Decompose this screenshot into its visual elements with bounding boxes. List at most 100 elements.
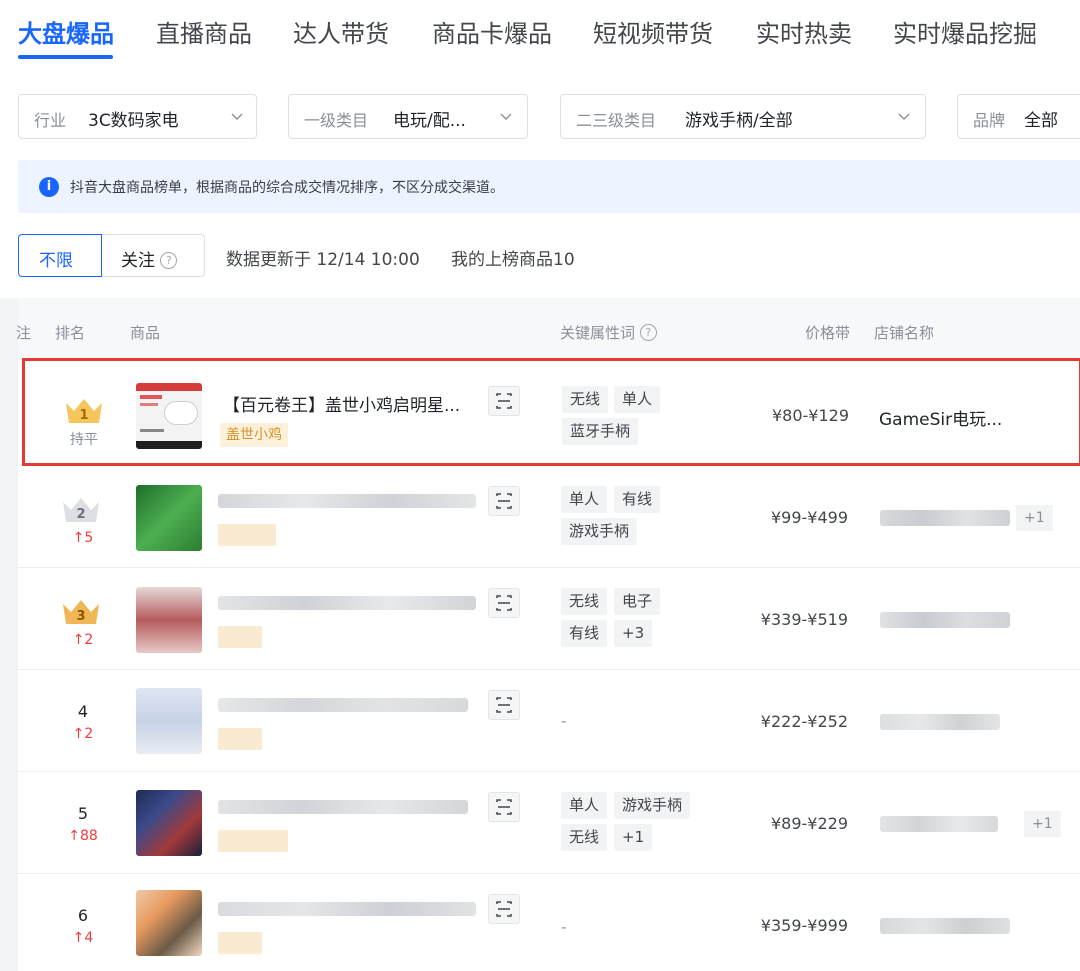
rank-trend: ↑2 xyxy=(72,632,94,648)
table-header: 注 排名 商品 关键属性词 ? 价格带 店铺名称 xyxy=(16,298,1080,360)
product-thumbnail[interactable] xyxy=(136,587,202,653)
table-row[interactable]: 2 ↑5 单人 有线 游戏手柄 ¥99-¥499 +1 xyxy=(18,466,1080,568)
table-row[interactable]: 5 ↑88 单人 游戏手柄 无线 +1 ¥89-¥229 +1 xyxy=(18,772,1080,874)
blurred-title xyxy=(218,800,468,814)
th-shop: 店铺名称 xyxy=(874,324,935,342)
industry-select[interactable]: 行业 3C数码家电 xyxy=(18,94,257,139)
shop-extra-tag[interactable]: +1 xyxy=(1016,505,1053,531)
th-edge: 注 xyxy=(16,324,32,342)
scan-icon[interactable] xyxy=(488,894,520,924)
blurred-shop xyxy=(880,918,1010,934)
level1-label: 一级类目 xyxy=(304,111,369,130)
keyword-more-tag[interactable]: +3 xyxy=(614,620,653,647)
rank-trend: ↑5 xyxy=(72,530,94,546)
rank-number: 5 xyxy=(77,804,89,823)
info-icon: i xyxy=(39,177,59,197)
blurred-brand xyxy=(218,830,288,852)
th-keywords: 关键属性词 ? xyxy=(560,322,657,343)
rank-trend: ↑4 xyxy=(72,930,94,946)
keyword-tag: 蓝牙手柄 xyxy=(562,418,639,445)
th-rank: 排名 xyxy=(55,324,86,342)
price-range: ¥99-¥499 xyxy=(770,508,848,527)
unlimited-label: 不限 xyxy=(39,251,73,271)
product-thumbnail[interactable] xyxy=(136,485,202,551)
industry-label: 行业 xyxy=(34,111,67,130)
keyword-tag: 单人 xyxy=(561,486,608,513)
brand-select[interactable]: 品牌 全部 xyxy=(957,94,1080,139)
keywords-empty: - xyxy=(561,918,567,936)
price-range: ¥222-¥252 xyxy=(760,712,848,731)
th-price[interactable]: 价格带 xyxy=(805,322,850,343)
table-row[interactable]: 4 ↑2 - ¥222-¥252 xyxy=(18,670,1080,772)
rank-number: 4 xyxy=(77,702,89,721)
blurred-shop xyxy=(880,612,1010,628)
tab-influencer-sales[interactable]: 达人带货 xyxy=(293,14,389,49)
rank-number: 6 xyxy=(77,906,89,925)
shop-extra-tag[interactable]: +1 xyxy=(1024,811,1061,837)
help-icon: ? xyxy=(639,324,657,341)
product-thumbnail[interactable] xyxy=(136,790,202,856)
filter-unlimited-button[interactable]: 不限 xyxy=(18,234,102,277)
blurred-brand xyxy=(218,728,262,750)
svg-text:3: 3 xyxy=(76,609,85,624)
follow-label: 关注 xyxy=(121,251,155,271)
blurred-shop xyxy=(880,816,998,832)
blurred-title xyxy=(218,902,476,916)
level23-category-select[interactable]: 二三级类目 游戏手柄/全部 xyxy=(560,94,926,139)
info-text: 抖音大盘商品榜单，根据商品的综合成交情况排序，不区分成交渠道。 xyxy=(70,180,504,196)
tab-realtime-mining[interactable]: 实时爆品挖掘 xyxy=(893,14,1037,49)
keyword-more-tag[interactable]: +1 xyxy=(614,824,653,851)
blurred-brand xyxy=(218,524,276,546)
blurred-brand xyxy=(218,626,262,648)
tab-realtime-hot[interactable]: 实时热卖 xyxy=(756,14,852,49)
table-row[interactable]: 6 ↑4 - ¥359-¥999 xyxy=(18,874,1080,971)
tab-product-card[interactable]: 商品卡爆品 xyxy=(432,14,552,49)
tab-bar: 大盘爆品 直播商品 达人带货 商品卡爆品 短视频带货 实时热卖 实时爆品挖掘 xyxy=(0,0,1080,70)
keyword-tag: 单人 xyxy=(614,386,661,413)
rank-trend: ↑2 xyxy=(72,726,94,742)
my-ranked-products-link[interactable]: 我的上榜商品10 xyxy=(451,245,575,270)
bronze-crown-icon: 3 xyxy=(63,600,99,624)
chevron-down-icon xyxy=(500,113,512,120)
scan-icon[interactable] xyxy=(488,690,520,720)
silver-crown-icon: 2 xyxy=(63,498,99,522)
product-title[interactable]: 【百元卷王】盖世小鸡启明星... xyxy=(223,391,460,416)
keyword-tag: 无线 xyxy=(561,824,608,851)
keyword-tag: 无线 xyxy=(562,386,609,413)
keyword-tag: 无线 xyxy=(561,588,608,615)
filter-follow-button[interactable]: 关注 ? xyxy=(101,234,205,277)
blurred-shop xyxy=(880,510,1010,526)
price-range: ¥339-¥519 xyxy=(760,610,848,629)
keyword-tag: 单人 xyxy=(561,792,608,819)
gold-crown-icon: 1 xyxy=(66,399,102,423)
table-left-edge xyxy=(0,298,18,971)
scan-icon[interactable] xyxy=(488,386,520,416)
scan-icon[interactable] xyxy=(488,486,520,516)
brand-label: 品牌 xyxy=(973,111,1006,130)
rank-trend: ↑88 xyxy=(68,828,98,844)
tab-dapan-baopin[interactable]: 大盘爆品 xyxy=(18,14,114,49)
level23-label: 二三级类目 xyxy=(576,111,657,130)
brand-tag[interactable]: 盖世小鸡 xyxy=(220,423,288,447)
tab-live-products[interactable]: 直播商品 xyxy=(156,14,252,49)
price-range: ¥89-¥229 xyxy=(770,814,848,833)
level1-category-select[interactable]: 一级类目 电玩/配... xyxy=(288,94,528,139)
scan-icon[interactable] xyxy=(488,588,520,618)
keyword-tag: 电子 xyxy=(614,588,661,615)
table-row[interactable]: 1 持平 【百元卷王】盖世小鸡启明星... 盖世小鸡 无线 单人 蓝牙手柄 ¥8… xyxy=(22,358,1080,466)
keywords-empty: - xyxy=(561,712,567,730)
industry-value: 3C数码家电 xyxy=(88,111,179,131)
th-product: 商品 xyxy=(130,324,161,342)
product-thumbnail[interactable] xyxy=(136,688,202,754)
keyword-tag: 有线 xyxy=(561,620,608,647)
keyword-tag: 有线 xyxy=(614,486,661,513)
product-thumbnail[interactable] xyxy=(136,383,202,449)
tab-short-video[interactable]: 短视频带货 xyxy=(593,14,713,49)
chevron-down-icon xyxy=(898,113,910,120)
shop-name[interactable]: GameSir电玩... xyxy=(879,405,1002,430)
table-row[interactable]: 3 ↑2 无线 电子 有线 +3 ¥339-¥519 xyxy=(18,568,1080,670)
level23-value: 游戏手柄/全部 xyxy=(685,111,793,131)
rank-trend: 持平 xyxy=(70,432,98,448)
product-thumbnail[interactable] xyxy=(136,890,202,956)
scan-icon[interactable] xyxy=(488,792,520,822)
